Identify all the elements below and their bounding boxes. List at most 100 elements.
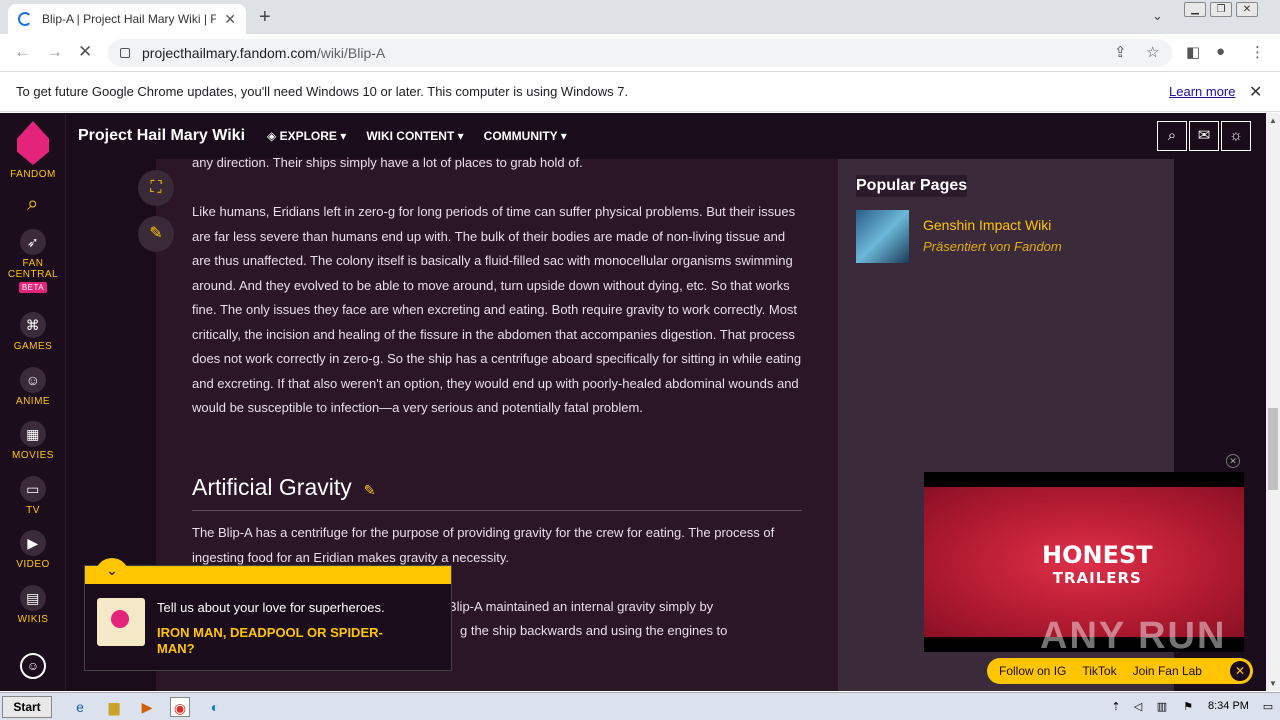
wiki-name[interactable]: Project Hail Mary Wiki (78, 127, 245, 145)
theme-toggle-button[interactable]: ☼ (1221, 121, 1251, 151)
tab-search-icon[interactable]: ⌄ (1152, 8, 1163, 24)
rail-label-tv: TV (26, 505, 40, 516)
address-bar[interactable]: projecthailmary.fandom.com/wiki/Blip-A (108, 39, 1172, 67)
popular-page-link[interactable]: Genshin Impact Wiki (923, 217, 1051, 233)
forward-button[interactable]: → (46, 42, 63, 62)
tray-expand-icon[interactable]: ⇡ (1106, 697, 1126, 717)
loading-spinner-icon (18, 12, 32, 26)
wiki-search-button[interactable]: ⌕ (1157, 121, 1187, 151)
chrome-icon[interactable]: ◉ (170, 697, 190, 717)
share-icon[interactable]: ⇪ (1114, 43, 1127, 61)
browser-toolbar: ← → ✕ projecthailmary.fandom.com/wiki/Bl… (0, 34, 1280, 72)
scroll-thumb[interactable] (1268, 408, 1278, 490)
profile-icon[interactable]: ● (1216, 43, 1225, 60)
menu-icon[interactable]: ⋮ (1250, 43, 1265, 61)
lock-icon (120, 48, 130, 58)
maximize-button[interactable]: ❐ (1210, 2, 1232, 17)
follow-bar-close-icon[interactable]: ✕ (1230, 661, 1250, 681)
edit-pencil-icon[interactable]: ✎ (138, 216, 174, 252)
side-panel-icon[interactable]: ◧ (1186, 43, 1200, 61)
chevron-down-icon[interactable]: ⌄ (95, 558, 129, 580)
anyrun-watermark: ANY RUN (1040, 615, 1227, 657)
scroll-up-icon[interactable]: ▲ (1269, 116, 1277, 125)
new-tab-button[interactable]: + (259, 6, 271, 29)
rail-label-anime: ANIME (15, 396, 51, 407)
section-edit-icon[interactable]: ✎ (364, 482, 376, 498)
show-desktop-icon[interactable]: ▭ (1258, 697, 1278, 717)
folder-icon[interactable]: ▆ (104, 697, 124, 717)
section-heading: Artificial Gravity ✎ (192, 474, 375, 501)
quiz-answer-link[interactable]: IRON MAN, DEADPOOL OR SPIDER-MAN? (157, 625, 417, 657)
media-player-icon[interactable]: ▶ (137, 697, 157, 717)
minimize-button[interactable]: ▁ (1184, 2, 1206, 17)
rail-label-games: GAMES (13, 341, 53, 352)
video-title: HONEST TRAILERS (1042, 543, 1153, 588)
account-icon[interactable]: ☺ (20, 653, 46, 679)
beta-badge: BETA (18, 282, 48, 293)
follow-ig-link[interactable]: Follow on IG (999, 664, 1066, 678)
fandom-logo[interactable]: FANDOM (0, 121, 66, 180)
page-scrollbar[interactable]: ▲ ▼ (1266, 113, 1280, 691)
bookmark-star-icon[interactable]: ☆ (1146, 43, 1159, 61)
video-close-icon[interactable]: ✕ (1226, 454, 1240, 468)
rail-video[interactable]: ▶ VIDEO (0, 530, 66, 570)
fandom-left-rail: FANDOM ⌕ ➶ FAN CENTRAL BETA ⌘ GAMES ☺ AN… (0, 113, 66, 691)
article-paragraph: Like humans, Eridians left in zero-g for… (192, 204, 802, 415)
tab-close-icon[interactable]: ✕ (224, 11, 236, 28)
infobar-close-icon[interactable]: ✕ (1249, 82, 1262, 102)
popular-pages-title: Popular Pages (856, 175, 968, 197)
flag-icon[interactable]: ⚑ (1178, 697, 1198, 717)
rail-movies[interactable]: ▦ MOVIES (0, 421, 66, 461)
rail-fan-central[interactable]: ➶ FAN CENTRAL BETA (0, 229, 66, 293)
nav-community[interactable]: COMMUNITY ▾ (484, 129, 567, 143)
stop-loading-button[interactable]: ✕ (78, 42, 92, 62)
quiz-image (97, 598, 145, 646)
popular-page-sponsor: Präsentiert von Fandom (923, 239, 1062, 254)
play-icon: ▶ (20, 530, 46, 556)
scroll-down-icon[interactable]: ▼ (1269, 679, 1277, 688)
search-icon[interactable]: ⌕ (0, 193, 66, 216)
infobar-message: To get future Google Chrome updates, you… (16, 84, 629, 99)
tab-strip: Blip-A | Project Hail Mary Wiki | Fandom… (0, 0, 1280, 34)
back-button[interactable]: ← (14, 42, 31, 62)
video-title-line1: HONEST (1042, 541, 1153, 569)
url-path: /wiki/Blip-A (316, 45, 386, 61)
rail-label-fandom: FANDOM (10, 169, 56, 180)
gamepad-icon: ⌘ (20, 312, 46, 338)
edge-icon[interactable]: ◐ (205, 697, 225, 717)
nav-explore[interactable]: ◈ EXPLORE ▾ (267, 129, 346, 143)
rail-anime[interactable]: ☺ ANIME (0, 367, 66, 407)
fan-lab-link[interactable]: Join Fan Lab (1133, 664, 1202, 678)
nav-wiki-content[interactable]: WIKI CONTENT ▾ (366, 129, 463, 143)
learn-more-link[interactable]: Learn more (1169, 84, 1235, 99)
follow-bar: Follow on IG TikTok Join Fan Lab ✕ (987, 658, 1253, 684)
volume-icon[interactable]: ◁ (1128, 697, 1148, 717)
ie-icon[interactable]: e (70, 697, 90, 717)
discussions-button[interactable]: ✉ (1189, 121, 1219, 151)
clapper-icon: ▦ (20, 421, 46, 447)
rocket-icon: ➶ (20, 229, 46, 255)
browser-tab[interactable]: Blip-A | Project Hail Mary Wiki | Fandom… (8, 4, 246, 34)
nav-explore-label: EXPLORE (279, 129, 337, 143)
rail-label-video: VIDEO (16, 559, 50, 570)
rail-wikis[interactable]: ▤ WIKIS (0, 585, 66, 625)
popular-page-thumbnail[interactable] (856, 210, 909, 263)
close-window-button[interactable]: ✕ (1236, 2, 1258, 17)
tab-title: Blip-A | Project Hail Mary Wiki | Fandom (42, 12, 217, 26)
rail-tv[interactable]: ▭ TV (0, 476, 66, 516)
rail-label-wikis: WIKIS (17, 614, 49, 625)
article-paragraph-2: The Blip-A has a centrifuge for the purp… (192, 525, 775, 565)
anime-face-icon: ☺ (20, 367, 46, 393)
page-content: FANDOM ⌕ ➶ FAN CENTRAL BETA ⌘ GAMES ☺ AN… (0, 113, 1266, 691)
start-button[interactable]: Start (2, 696, 52, 718)
rail-label-movies: MOVIES (12, 450, 54, 461)
tiktok-link[interactable]: TikTok (1082, 664, 1116, 678)
taskbar-clock: 8:34 PM (1208, 700, 1249, 712)
fullscreen-icon[interactable]: ⛶ (138, 170, 174, 206)
video-title-line2: TRAILERS (1052, 569, 1142, 587)
rail-label-fan-central: FAN CENTRAL (7, 258, 59, 280)
network-icon[interactable]: ▥ (1152, 697, 1172, 717)
quiz-question: Tell us about your love for superheroes. (157, 600, 385, 615)
rail-games[interactable]: ⌘ GAMES (0, 312, 66, 352)
quiz-popup: ⌄ Tell us about your love for superheroe… (84, 558, 452, 671)
